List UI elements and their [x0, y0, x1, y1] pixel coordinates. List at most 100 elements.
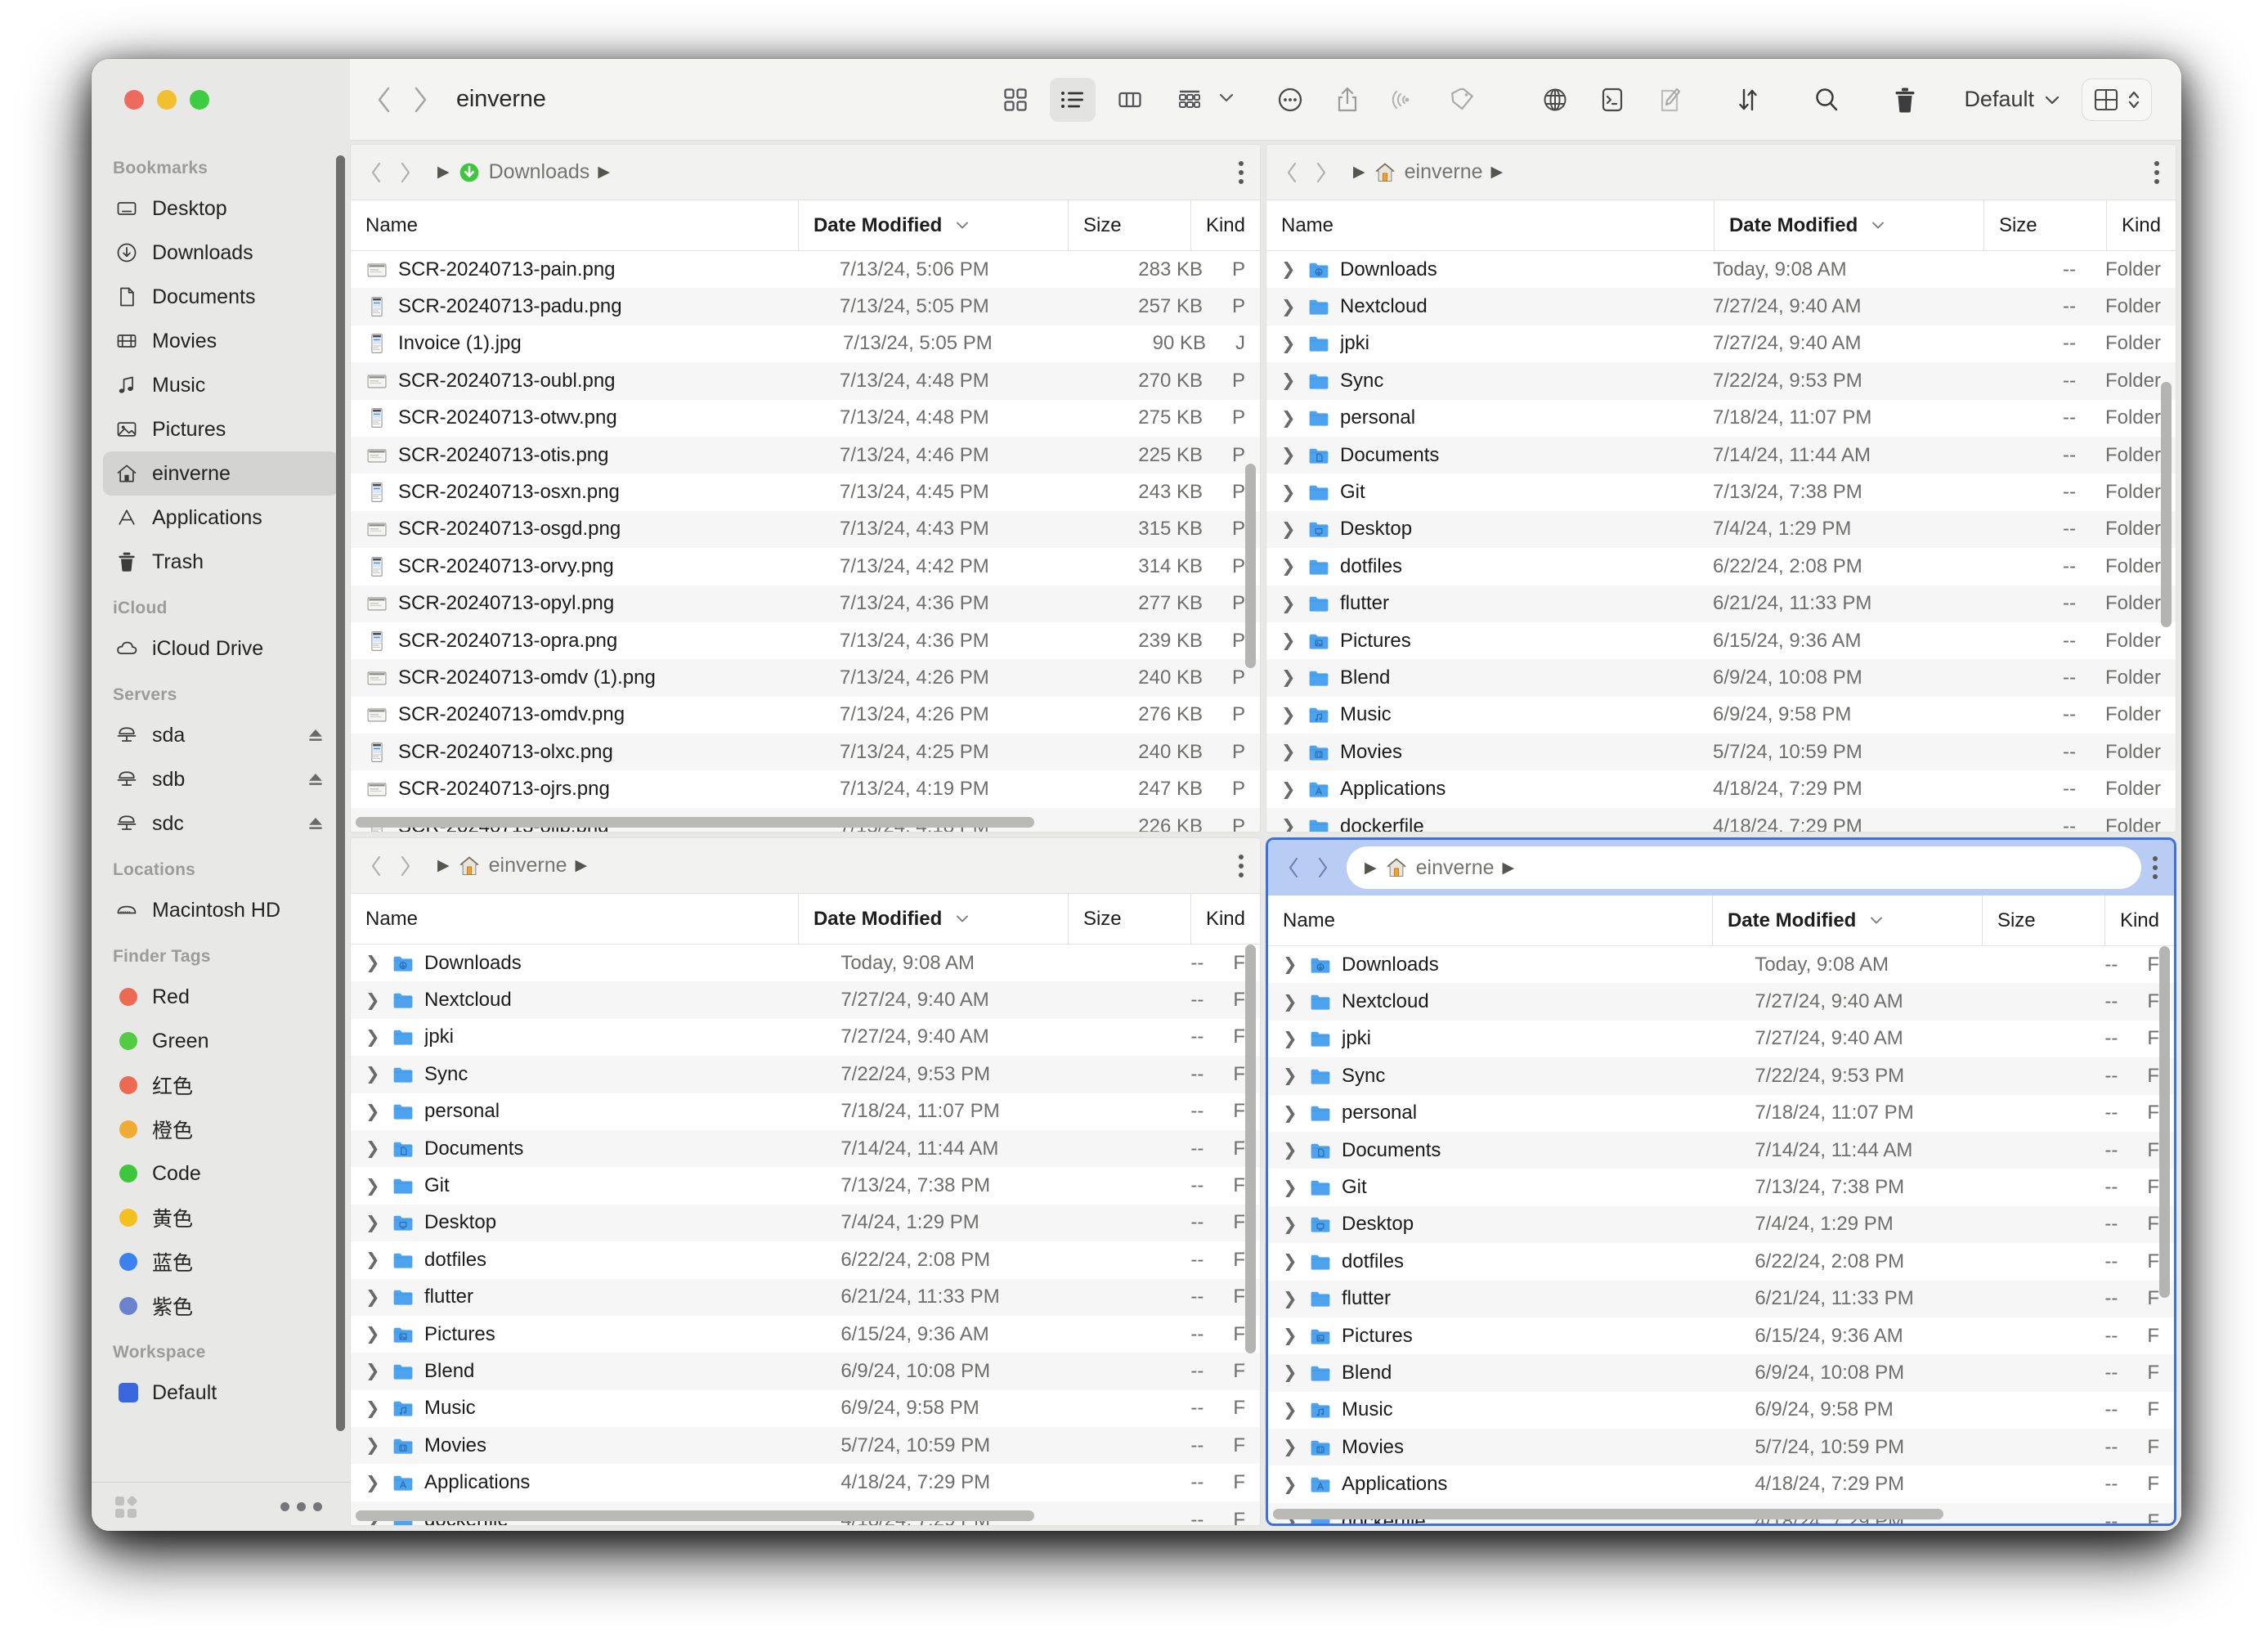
- table-row[interactable]: ❯ dockerfile 4/18/24, 7:29 PM -- Folder: [1266, 807, 2176, 832]
- file-name-cell[interactable]: ❯ jpki: [351, 1025, 826, 1048]
- disclosure-chevron-right-icon[interactable]: ❯: [1283, 1474, 1299, 1495]
- file-name-cell[interactable]: ❯ dotfiles: [1268, 1250, 1740, 1273]
- pane-file-list[interactable]: ❯ Downloads Today, 9:08 AM -- F ❯ Nextcloud 7…: [351, 945, 1260, 1525]
- table-row[interactable]: SCR-20240713-omdv.png 7/13/24, 4:26 PM 276…: [351, 697, 1260, 734]
- disclosure-chevron-right-icon[interactable]: ❯: [1281, 519, 1298, 540]
- file-name-cell[interactable]: ❯ Documents: [1266, 444, 1698, 467]
- file-name-cell[interactable]: SCR-20240713-oubl.png: [351, 370, 825, 393]
- file-name-cell[interactable]: SCR-20240713-otwv.png: [351, 406, 825, 429]
- pane-bottom-left[interactable]: ▶ einverne ▶ Name Date Modified Size Kind ❯ Do…: [350, 837, 1261, 1526]
- table-row[interactable]: ❯ Downloads Today, 9:08 AM -- F: [351, 945, 1260, 981]
- column-header-size[interactable]: Size: [1067, 200, 1190, 250]
- table-row[interactable]: ❯ jpki 7/27/24, 9:40 AM -- F: [1268, 1021, 2174, 1057]
- table-row[interactable]: SCR-20240713-orvy.png 7/13/24, 4:42 PM 314…: [351, 548, 1260, 585]
- table-row[interactable]: SCR-20240713-otis.png 7/13/24, 4:46 PM 225…: [351, 436, 1260, 474]
- sidebar-item-movies[interactable]: Movies: [103, 319, 338, 363]
- file-name-cell[interactable]: SCR-20240713-ojrs.png: [351, 778, 825, 801]
- disclosure-chevron-right-icon[interactable]: ❯: [365, 953, 382, 973]
- breadcrumb-right-arrow-icon[interactable]: ▶: [576, 856, 588, 875]
- file-name-cell[interactable]: ❯ personal: [1268, 1102, 1740, 1124]
- sort-chevron-down-icon[interactable]: [955, 217, 970, 235]
- file-name-cell[interactable]: ❯ Pictures: [1266, 630, 1698, 653]
- column-header-name[interactable]: Name: [351, 200, 798, 250]
- file-name-cell[interactable]: ❯ Sync: [1266, 370, 1698, 393]
- table-row[interactable]: ❯ dotfiles 6/22/24, 2:08 PM -- Folder: [1266, 548, 2176, 585]
- forward-button[interactable]: [406, 83, 437, 116]
- breadcrumb-left-arrow-icon[interactable]: ▶: [1365, 859, 1377, 877]
- table-row[interactable]: ❯ Applications 4/18/24, 7:29 PM -- Folder: [1266, 770, 2176, 807]
- list-view-icon[interactable]: [1050, 77, 1096, 122]
- disclosure-chevron-right-icon[interactable]: ❯: [1281, 594, 1298, 614]
- file-name-cell[interactable]: ❯ Pictures: [1268, 1325, 1740, 1348]
- column-header-size[interactable]: Size: [1067, 894, 1190, 944]
- table-row[interactable]: ❯ Music 6/9/24, 9:58 PM -- Folder: [1266, 697, 2176, 734]
- table-row[interactable]: ❯ flutter 6/21/24, 11:33 PM -- F: [1268, 1280, 2174, 1317]
- table-row[interactable]: ❯ Applications 4/18/24, 7:29 PM -- F: [351, 1464, 1260, 1501]
- disclosure-chevron-right-icon[interactable]: ❯: [1283, 954, 1299, 975]
- file-name-cell[interactable]: ❯ jpki: [1266, 332, 1698, 355]
- pane-forward-button[interactable]: [392, 156, 419, 189]
- table-row[interactable]: ❯ jpki 7/27/24, 9:40 AM -- F: [351, 1019, 1260, 1056]
- table-row[interactable]: ❯ dotfiles 6/22/24, 2:08 PM -- F: [351, 1241, 1260, 1278]
- sidebar-item-橙色[interactable]: 橙色: [103, 1107, 338, 1151]
- file-name-cell[interactable]: ❯ Downloads: [1266, 258, 1698, 281]
- table-row[interactable]: ❯ Blend 6/9/24, 10:08 PM -- F: [351, 1353, 1260, 1390]
- table-row[interactable]: ❯ Sync 7/22/24, 9:53 PM -- Folder: [1266, 362, 2176, 400]
- file-name-cell[interactable]: ❯ Documents: [351, 1138, 826, 1160]
- table-row[interactable]: SCR-20240713-padu.png 7/13/24, 5:05 PM 257…: [351, 288, 1260, 325]
- eject-button[interactable]: [304, 724, 327, 747]
- table-row[interactable]: ❯ Nextcloud 7/27/24, 9:40 AM -- Folder: [1266, 288, 2176, 325]
- pane-file-list[interactable]: ❯ Downloads Today, 9:08 AM -- F ❯ Nextcloud 7…: [1268, 946, 2174, 1524]
- disclosure-chevron-right-icon[interactable]: ❯: [365, 1435, 382, 1456]
- sidebar-item-green[interactable]: Green: [103, 1019, 338, 1063]
- sidebar-item-红色[interactable]: 红色: [103, 1063, 338, 1107]
- disclosure-chevron-right-icon[interactable]: ❯: [1281, 667, 1298, 688]
- table-row[interactable]: ❯ Desktop 7/4/24, 1:29 PM -- F: [1268, 1205, 2174, 1244]
- tag-icon[interactable]: [1439, 78, 1485, 122]
- gallery-view-icon[interactable]: [1164, 78, 1215, 122]
- pane-vertical-scrollbar[interactable]: [1245, 945, 1256, 1353]
- file-name-cell[interactable]: ❯ Desktop: [351, 1211, 826, 1234]
- terminal-icon[interactable]: [1589, 78, 1635, 122]
- file-name-cell[interactable]: ❯ dotfiles: [351, 1249, 826, 1272]
- pane-file-list[interactable]: ❯ Downloads Today, 9:08 AM -- Folder ❯ Nextc…: [1266, 251, 2176, 832]
- file-name-cell[interactable]: SCR-20240713-opyl.png: [351, 592, 825, 615]
- table-row[interactable]: ❯ Blend 6/9/24, 10:08 PM -- Folder: [1266, 659, 2176, 697]
- sidebar-item-macintosh-hd[interactable]: Macintosh HD: [103, 888, 338, 932]
- table-row[interactable]: ❯ Documents 7/14/24, 11:44 AM -- F: [351, 1129, 1260, 1168]
- file-name-cell[interactable]: ❯ Movies: [1268, 1436, 1740, 1459]
- file-name-cell[interactable]: ❯ Nextcloud: [1266, 295, 1698, 318]
- disclosure-chevron-right-icon[interactable]: ❯: [365, 1102, 382, 1122]
- file-name-cell[interactable]: Invoice (1).jpg: [351, 332, 828, 355]
- grid-view-icon[interactable]: [993, 78, 1038, 122]
- sidebar-item-蓝色[interactable]: 蓝色: [103, 1240, 338, 1284]
- pane-back-button[interactable]: [362, 156, 390, 189]
- file-name-cell[interactable]: ❯ Applications: [1266, 778, 1698, 801]
- sidebar-item-red[interactable]: Red: [103, 975, 338, 1019]
- table-row[interactable]: ❯ Nextcloud 7/27/24, 9:40 AM -- F: [351, 981, 1260, 1019]
- file-name-cell[interactable]: ❯ Movies: [1266, 741, 1698, 764]
- sidebar-item-pictures[interactable]: Pictures: [103, 407, 338, 451]
- sidebar-item-黄色[interactable]: 黄色: [103, 1196, 338, 1240]
- disclosure-chevron-right-icon[interactable]: ❯: [365, 1287, 382, 1308]
- sidebar-item-icloud-drive[interactable]: iCloud Drive: [103, 626, 338, 671]
- file-name-cell[interactable]: SCR-20240713-omdv.png: [351, 703, 825, 726]
- file-name-cell[interactable]: ❯ Sync: [351, 1063, 826, 1086]
- column-header-kind[interactable]: Kind: [2104, 895, 2174, 945]
- pane-forward-button[interactable]: [392, 850, 419, 882]
- disclosure-chevron-right-icon[interactable]: ❯: [365, 1064, 382, 1084]
- pane-vertical-scrollbar[interactable]: [2161, 382, 2172, 627]
- breadcrumb-right-arrow-icon[interactable]: ▶: [598, 163, 610, 182]
- breadcrumb-right-arrow-icon[interactable]: ▶: [1503, 859, 1515, 877]
- pane-vertical-scrollbar[interactable]: [2159, 946, 2170, 1298]
- column-header-kind[interactable]: Kind: [1190, 894, 1260, 944]
- table-row[interactable]: SCR-20240713-olxc.png 7/13/24, 4:25 PM 240…: [351, 734, 1260, 771]
- disclosure-chevron-right-icon[interactable]: ❯: [1283, 1362, 1299, 1383]
- sidebar-item-trash[interactable]: Trash: [103, 540, 338, 584]
- minimize-button[interactable]: [157, 90, 177, 110]
- pane-path-field[interactable]: ▶ einverne ▶: [1347, 846, 2141, 889]
- file-name-cell[interactable]: ❯ dotfiles: [1266, 555, 1698, 578]
- disclosure-chevron-right-icon[interactable]: ❯: [1283, 1214, 1299, 1235]
- disclosure-chevron-right-icon[interactable]: ❯: [1281, 445, 1298, 465]
- disclosure-chevron-right-icon[interactable]: ❯: [1281, 816, 1298, 832]
